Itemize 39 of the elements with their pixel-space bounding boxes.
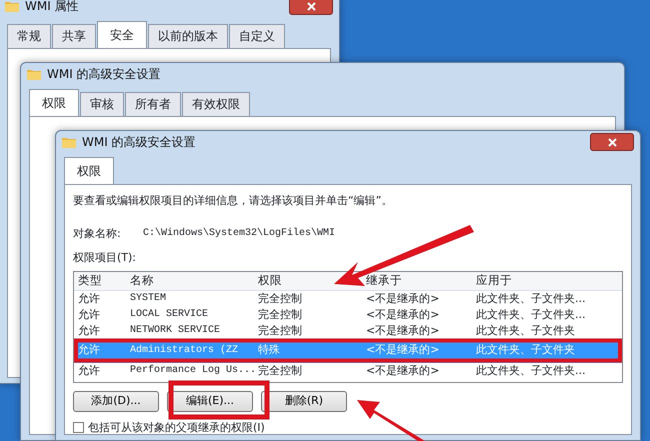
field-label: 对象名称: (73, 226, 122, 242)
tab[interactable]: 权限 (64, 157, 114, 184)
tab[interactable]: 共享 (52, 24, 96, 48)
instruction-text: 要查看或编辑权限项目的详细信息，请选择该项目并单击“编辑”。 (73, 193, 394, 209)
column-header: 继承于 (366, 272, 403, 289)
tab[interactable]: 所有者 (125, 92, 181, 116)
tab[interactable]: 常规 (7, 24, 51, 48)
action-button[interactable]: 删除(R) (261, 390, 347, 412)
checkbox-label: 包括可从该对象的父项继承的权限(I) (88, 420, 265, 436)
column-header: 权限 (258, 272, 283, 289)
close-button[interactable] (590, 133, 634, 151)
list-row[interactable]: 允许 Performance Log Us... 完全控制 <不是继承的> 此文件夹、子文件夹... (74, 362, 622, 378)
list-row[interactable]: 允许 NETWORK SERVICE 完全控制 <不是继承的> 此文件夹、子文件夹 (74, 322, 622, 338)
window-title: WMI 属性 (25, 0, 79, 15)
list-row[interactable]: 允许 SYSTEM 完全控制 <不是继承的> 此文件夹、子文件夹... (74, 290, 622, 306)
folder-icon (62, 136, 76, 148)
action-button[interactable]: 添加(D)... (73, 390, 159, 412)
folder-icon (5, 0, 19, 12)
tab[interactable]: 安全 (97, 21, 147, 48)
list-row[interactable]: 允许 LOCAL SERVICE 完全控制 <不是继承的> 此文件夹、子文件夹... (74, 306, 622, 322)
object-path: C:\Windows\System32\LogFiles\WMI (143, 226, 336, 240)
close-icon (306, 2, 316, 10)
column-header: 类型 (78, 272, 103, 289)
tab[interactable]: 权限 (29, 89, 79, 116)
field-label: 权限项目(T): (73, 250, 138, 266)
arrow (357, 400, 425, 441)
column-header: 应用于 (476, 272, 513, 289)
folder-icon (27, 68, 41, 80)
action-button[interactable]: 编辑(E)... (167, 390, 253, 412)
column-header: 名称 (130, 272, 155, 289)
tab[interactable]: 自定义 (229, 24, 285, 48)
tab[interactable]: 审核 (80, 92, 124, 116)
window-title: WMI 的高级安全设置 (47, 66, 161, 83)
checkbox[interactable] (73, 422, 84, 434)
tab[interactable]: 有效权限 (182, 92, 250, 116)
tab[interactable]: 以前的版本 (148, 24, 228, 48)
close-icon (608, 138, 616, 146)
close-button[interactable] (289, 0, 333, 15)
window-title: WMI 的高级安全设置 (82, 134, 196, 151)
